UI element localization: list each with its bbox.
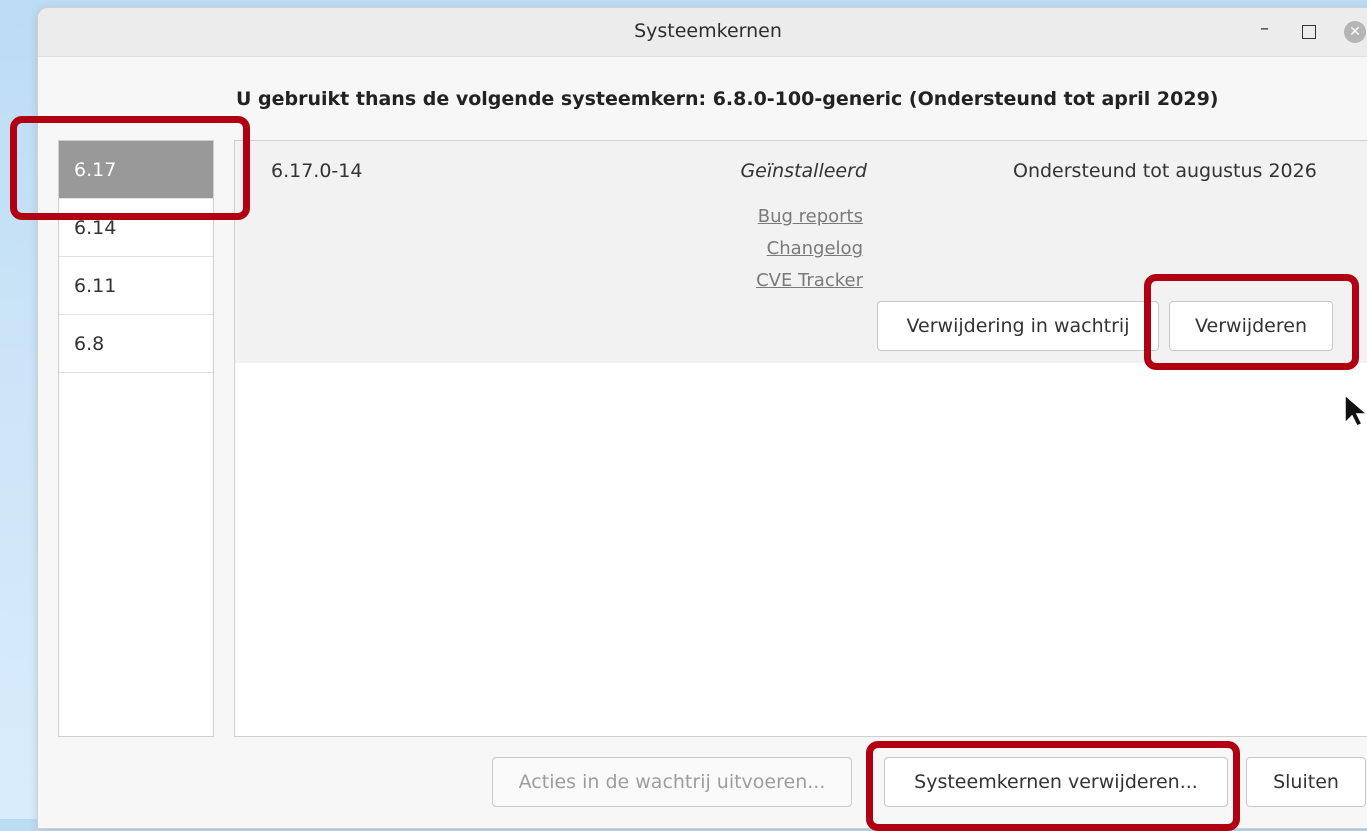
mouse-pointer-icon xyxy=(1344,393,1367,427)
bug-reports-link[interactable]: Bug reports xyxy=(655,201,863,233)
remove-button[interactable]: Verwijderen xyxy=(1169,301,1333,351)
kernel-card[interactable]: 6.17.0-14 Geïnstalleerd Ondersteund tot … xyxy=(235,141,1367,363)
kernel-series-item-6-11[interactable]: 6.11 xyxy=(59,257,213,315)
kernel-series-item-6-17[interactable]: 6.17 xyxy=(59,141,213,199)
kernels-window: Systeemkernen – ✕ U gebruikt thans de vo… xyxy=(38,8,1367,828)
kernel-series-item-6-8[interactable]: 6.8 xyxy=(59,315,213,373)
kernel-status: Geïnstalleerd xyxy=(740,160,867,182)
kernel-links: Bug reports Changelog CVE Tracker xyxy=(655,201,863,297)
kernel-version: 6.17.0-14 xyxy=(271,160,363,182)
changelog-link[interactable]: Changelog xyxy=(655,233,863,265)
maximize-button[interactable] xyxy=(1302,25,1316,39)
titlebar: Systeemkernen – ✕ xyxy=(38,8,1367,57)
close-window-button[interactable]: ✕ xyxy=(1344,21,1366,43)
cve-tracker-link[interactable]: CVE Tracker xyxy=(655,265,863,297)
minimize-button[interactable]: – xyxy=(1260,18,1269,39)
queue-removal-button[interactable]: Verwijdering in wachtrij xyxy=(877,301,1159,351)
kernel-detail-pane: 6.17.0-14 Geïnstalleerd Ondersteund tot … xyxy=(234,140,1367,737)
current-kernel-label: U gebruikt thans de volgende systeemkern… xyxy=(236,88,1219,110)
kernel-series-list: 6.17 6.14 6.11 6.8 xyxy=(58,140,214,737)
apply-queued-actions-button[interactable]: Acties in de wachtrij uitvoeren... xyxy=(492,757,852,807)
kernel-support-text: Ondersteund tot augustus 2026 xyxy=(1013,160,1317,182)
close-button[interactable]: Sluiten xyxy=(1246,757,1366,807)
remove-kernels-button[interactable]: Systeemkernen verwijderen... xyxy=(884,757,1228,807)
kernel-series-item-6-14[interactable]: 6.14 xyxy=(59,199,213,257)
window-title: Systeemkernen xyxy=(634,20,782,42)
